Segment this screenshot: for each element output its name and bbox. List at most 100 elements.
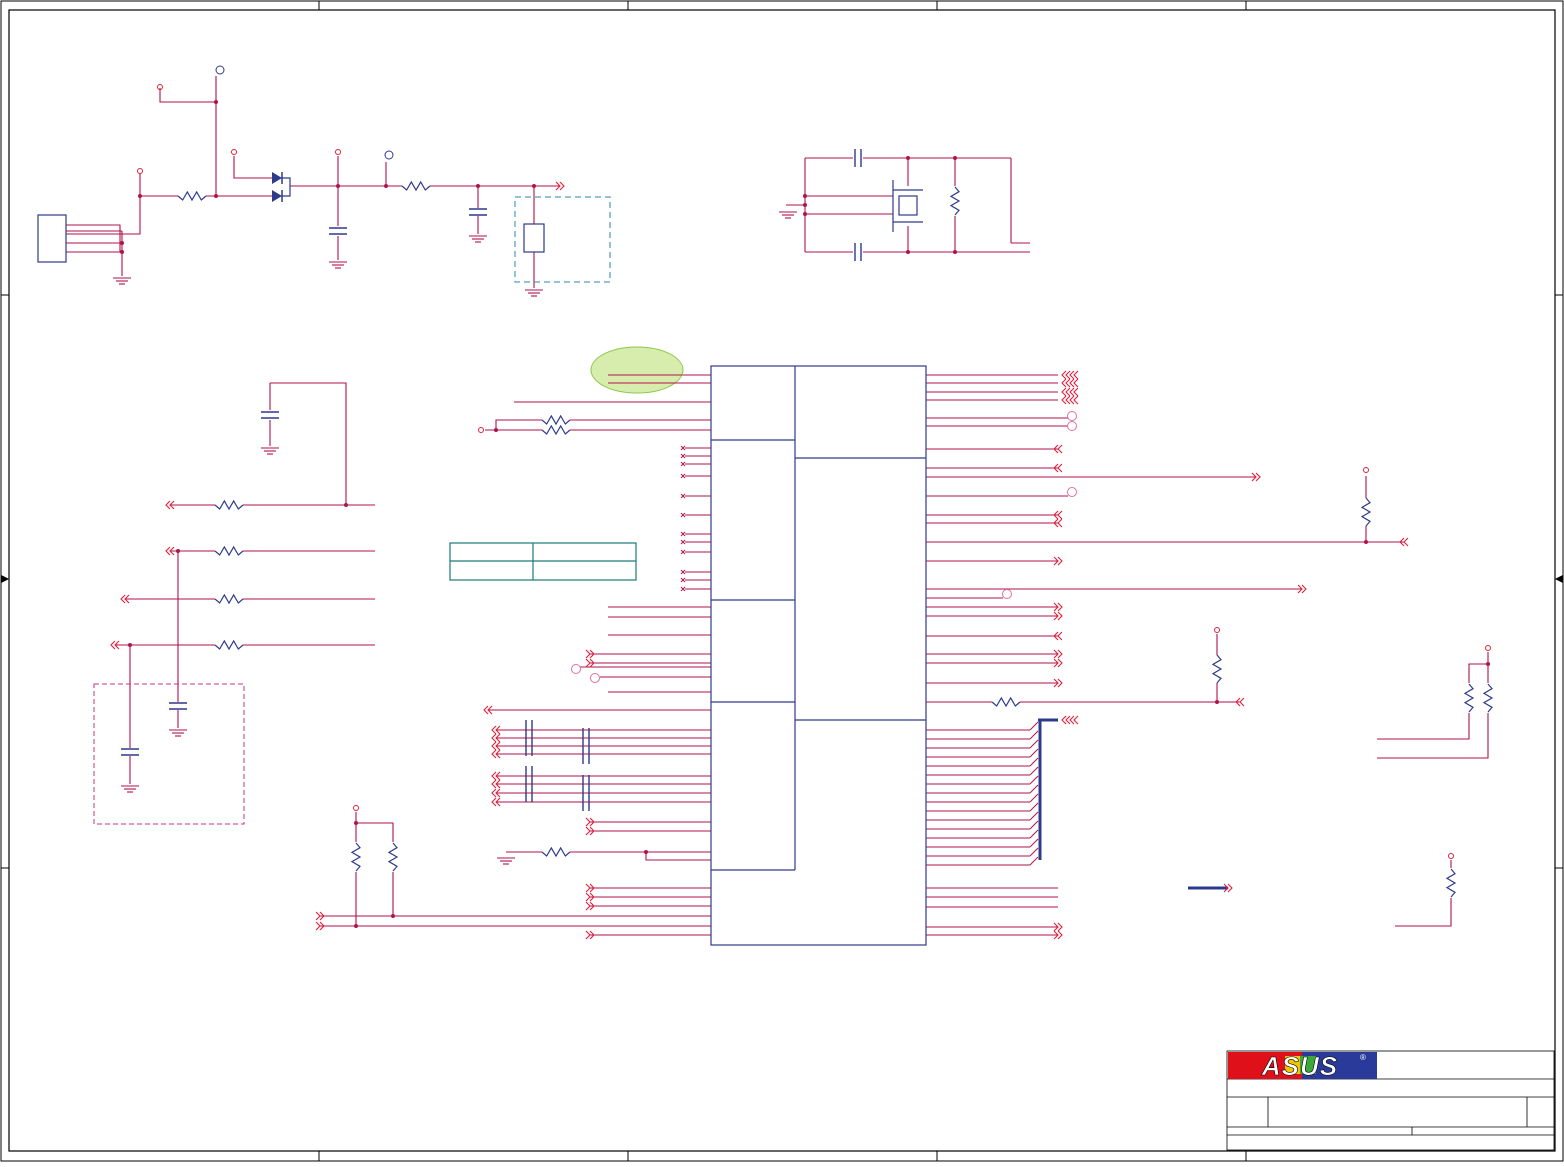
bus-entry [1029, 847, 1039, 857]
junction-dot [494, 428, 498, 432]
junction-dot [214, 100, 218, 104]
junction-dot [120, 250, 124, 254]
ground-icon [113, 277, 131, 285]
bus-entry [1029, 748, 1039, 758]
ground-icon [261, 447, 279, 455]
power-terminal [590, 673, 600, 683]
bus-entry [1029, 838, 1039, 848]
bus-entry [1029, 766, 1039, 776]
junction-dot [128, 643, 132, 647]
power-terminals [137, 65, 1491, 859]
junction-dot [1364, 540, 1368, 544]
resistor-icon [541, 846, 571, 858]
off-page-connector-icon [1057, 510, 1063, 520]
power-terminal [215, 65, 225, 75]
capacitor-icon [261, 411, 279, 419]
registered-mark: ® [1360, 1053, 1366, 1062]
junction-dot [803, 203, 807, 207]
ground-icon [497, 857, 515, 865]
off-page-connectors [110, 181, 1409, 940]
fuse-component [523, 223, 545, 253]
connector-header [37, 214, 67, 263]
ground-icon [169, 729, 187, 737]
junction-dot [476, 184, 480, 188]
bus-entry [1029, 775, 1039, 785]
bus-entry [1029, 802, 1039, 812]
resistor-icon [1211, 654, 1223, 684]
capacitor-icon [854, 243, 862, 261]
junction-dot [120, 241, 124, 245]
off-page-connector-icon [315, 921, 321, 931]
power-terminal [1485, 645, 1491, 651]
bus-entry [1029, 820, 1039, 830]
off-page-connector-icon [1073, 395, 1079, 405]
junction-dot [384, 184, 388, 188]
junction-dot [138, 194, 142, 198]
bus-entry [1029, 730, 1039, 740]
off-page-connector-icon [585, 892, 591, 902]
ground-icon [779, 211, 797, 219]
junction-dot [214, 194, 218, 198]
optional-dashed-box-top [514, 196, 611, 283]
power-terminal [1214, 627, 1220, 633]
capacitors [121, 149, 862, 811]
off-page-connector-icon [585, 649, 591, 659]
schematic-sheet: ASUS ® [0, 0, 1564, 1162]
bus-entry [1029, 811, 1039, 821]
bus-entry [1029, 784, 1039, 794]
off-page-connector-icon [1073, 370, 1079, 380]
resistor-icon [541, 424, 571, 436]
resistor-icon [1445, 868, 1457, 898]
capacitor-icon [121, 748, 139, 756]
bus-entry [1029, 757, 1039, 767]
crystal-icon [892, 180, 923, 232]
resistor-icon [541, 414, 571, 426]
option-table [449, 542, 637, 581]
bus-entry [1029, 829, 1039, 839]
junction-dot [532, 184, 536, 188]
main-ic [710, 365, 927, 946]
resistor-icon [1360, 497, 1372, 527]
off-page-connector-icon [585, 817, 591, 827]
resistor-icon [1482, 683, 1494, 713]
power-terminal [335, 149, 341, 155]
junction-dot [906, 156, 910, 160]
bus-entry [1029, 739, 1039, 749]
junction-dot [906, 250, 910, 254]
bus-entry [1029, 856, 1039, 866]
resistor-icon [991, 696, 1021, 708]
bus-entry [1029, 793, 1039, 803]
power-terminal [353, 805, 359, 811]
junction-dot [1486, 662, 1490, 666]
resistor-icon [949, 186, 961, 216]
junction-dot [953, 250, 957, 254]
off-page-connector-icon [585, 826, 591, 836]
diode-icon [272, 190, 282, 202]
power-terminal [1067, 487, 1077, 497]
power-terminal [571, 664, 581, 674]
junction-dot [336, 184, 340, 188]
resistor-icon [214, 593, 244, 605]
capacitor-icon [469, 208, 487, 216]
junction-dot [644, 850, 648, 854]
power-terminal [384, 150, 394, 160]
bus-entries [926, 721, 1039, 866]
off-page-connector-icon [1073, 378, 1079, 388]
capacitor-icon [854, 149, 862, 167]
resistor-icon [401, 180, 431, 192]
ground-icon [121, 785, 139, 793]
junction-dot [354, 924, 358, 928]
asus-logo: ASUS ® [1228, 1051, 1377, 1081]
off-page-connector-icon [1057, 518, 1063, 528]
dual-diode [272, 172, 291, 202]
ground-icon [525, 289, 543, 297]
power-terminal [1067, 421, 1077, 431]
power-terminal [231, 149, 237, 155]
off-page-connector-icon [1403, 537, 1409, 547]
power-terminal [1363, 467, 1369, 473]
off-page-connector-icon [585, 883, 591, 893]
off-page-connector-icon [585, 658, 591, 668]
ground-icon [469, 235, 487, 243]
off-page-connector-icon [585, 930, 591, 940]
junction-dot [803, 212, 807, 216]
